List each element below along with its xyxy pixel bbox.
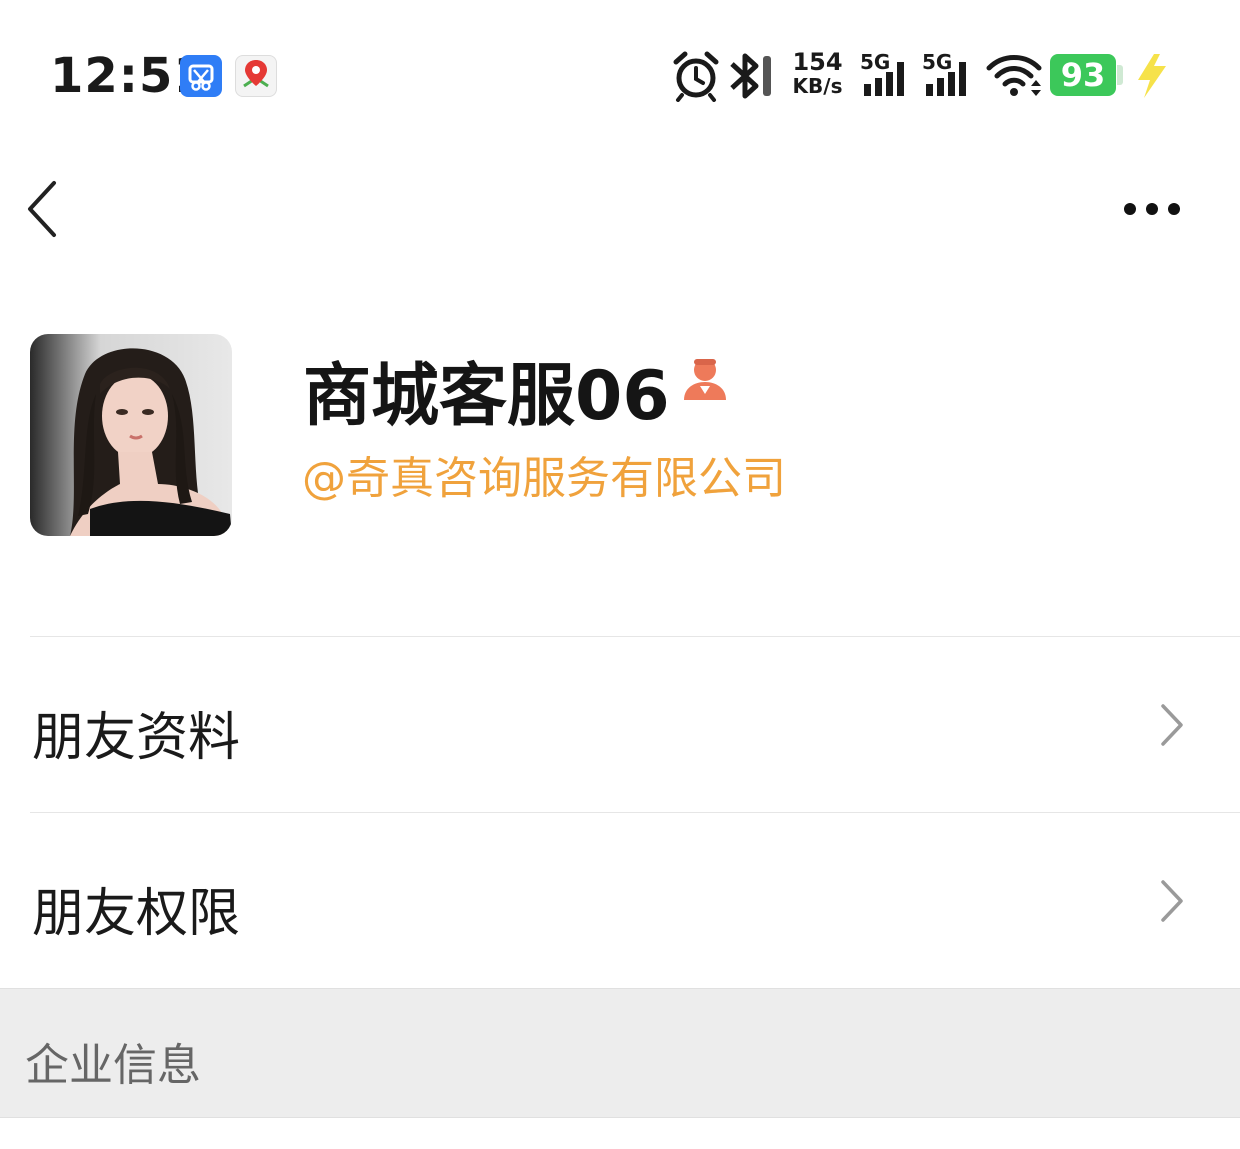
network-speed: 154 KB/s [790, 50, 845, 98]
wifi-icon [985, 50, 1043, 102]
screenshot-app-icon [180, 55, 222, 97]
list-item-label: 朋友权限 [32, 884, 241, 944]
company-name[interactable]: @奇真咨询服务有限公司 [302, 442, 786, 506]
signal-icon-2: 5G [922, 50, 974, 102]
section-title: 企业信息 [25, 1040, 201, 1091]
list-item-friend-profile[interactable]: 朋友资料 [0, 637, 1240, 812]
network-speed-value: 154 [792, 48, 843, 76]
chevron-right-icon [1161, 704, 1183, 746]
bluetooth-icon [728, 50, 774, 102]
status-bar: 12:51 154 KB/s 5G 5G 93 [0, 0, 1240, 150]
section-header: 企业信息 [0, 988, 1240, 1118]
alarm-icon [672, 50, 720, 102]
list-item-label: 朋友资料 [32, 708, 241, 768]
contact-name: 商城客服06 [303, 357, 670, 436]
battery-icon: 93 [1050, 54, 1116, 96]
network-speed-unit: KB/s [792, 74, 843, 98]
staff-icon [680, 356, 730, 402]
chevron-left-icon [28, 181, 56, 237]
chevron-right-icon [1161, 880, 1183, 922]
list-item-friend-permissions[interactable]: 朋友权限 [0, 813, 1240, 988]
more-options-button[interactable] [1115, 190, 1190, 230]
battery-tip [1117, 65, 1123, 85]
charging-icon [1132, 50, 1172, 102]
baidu-map-icon [235, 55, 277, 97]
signal-icon: 5G [860, 50, 912, 102]
back-button[interactable] [20, 175, 70, 245]
ellipsis-icon [1124, 203, 1180, 215]
avatar[interactable] [30, 334, 232, 536]
